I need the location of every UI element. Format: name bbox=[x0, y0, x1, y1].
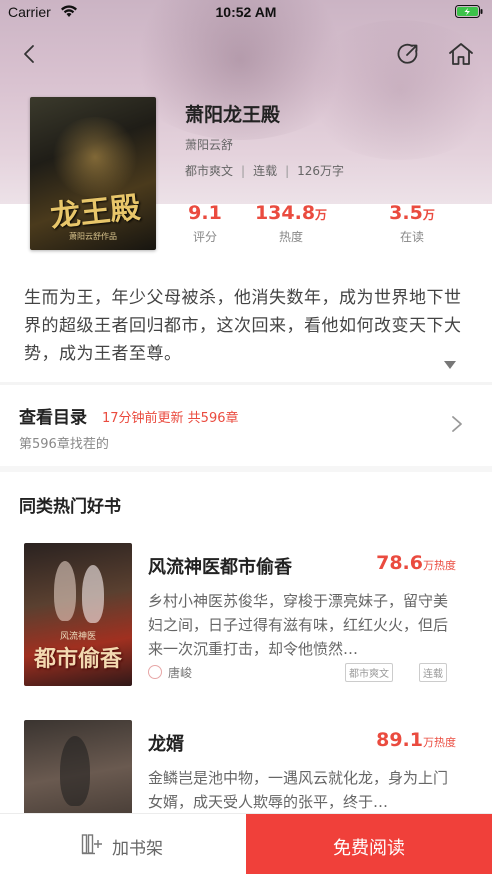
recommend-heat-unit: 万热度 bbox=[423, 559, 456, 572]
stat-rating: 9.1 评分 bbox=[180, 202, 230, 245]
author-icon bbox=[148, 665, 162, 679]
book-status: 连载 bbox=[253, 164, 278, 178]
status-bar: Carrier 10:52 AM bbox=[0, 0, 492, 26]
bottom-action-bar: 加书架 免费阅读 bbox=[0, 813, 492, 874]
add-to-shelf-button[interactable]: 加书架 bbox=[0, 814, 246, 874]
stat-heat-unit: 万 bbox=[315, 208, 328, 222]
book-author: 萧阳云舒 bbox=[185, 138, 234, 152]
catalog-update-info: 17分钟前更新 共596章 bbox=[102, 411, 239, 426]
add-to-shelf-label: 加书架 bbox=[112, 839, 163, 859]
recommend-title: 龙婿 bbox=[148, 734, 184, 755]
battery-icon bbox=[455, 5, 483, 18]
stat-reading-value: 3.5 bbox=[389, 202, 423, 224]
recommend-heat-unit: 万热度 bbox=[423, 736, 456, 749]
recommend-description: 乡村小神医苏俊华，穿梭于漂亮妹子，留守美妇之间，日子过得有滋有味，红红火火，但后… bbox=[148, 592, 449, 658]
recommend-title: 风流神医都市偷香 bbox=[148, 557, 292, 578]
divider bbox=[0, 466, 492, 472]
catalog-latest-chapter: 第596章找茬的 bbox=[19, 437, 109, 452]
back-icon[interactable] bbox=[18, 42, 42, 66]
stat-rating-value: 9.1 bbox=[188, 202, 222, 224]
cover-author: 萧阳云舒作品 bbox=[69, 232, 117, 241]
recommend-item[interactable]: 龙婿 89.1万热度 金鳞岂是池中物，一遇风云就化龙，身为上门女婿，成天受人欺辱… bbox=[0, 720, 492, 863]
share-icon[interactable] bbox=[395, 41, 421, 67]
clock: 10:52 AM bbox=[215, 4, 277, 20]
book-word-count: 126万字 bbox=[297, 164, 345, 178]
book-genre: 都市爽文 bbox=[185, 164, 234, 178]
section-title-recommend: 同类热门好书 bbox=[19, 497, 121, 517]
recommend-heat: 78.6万热度 bbox=[376, 552, 456, 574]
recommend-description: 金鳞岂是池中物，一遇风云就化龙，身为上门女婿，成天受人欺辱的张平，终于… bbox=[148, 769, 449, 811]
stat-heat-label: 热度 bbox=[278, 230, 303, 244]
recommend-heat-value: 78.6 bbox=[376, 552, 423, 574]
stat-reading-unit: 万 bbox=[422, 208, 435, 222]
read-free-label: 免费阅读 bbox=[333, 838, 405, 859]
cover-title: 龙王殿 bbox=[48, 190, 142, 235]
recommend-heat-value: 89.1 bbox=[376, 729, 423, 751]
recommend-tag-genre: 都市爽文 bbox=[345, 663, 393, 682]
stat-rating-label: 评分 bbox=[192, 230, 217, 244]
recommend-item[interactable]: 风流神医 都市偷香 风流神医都市偷香 78.6万热度 乡村小神医苏俊华，穿梭于漂… bbox=[0, 543, 492, 693]
recommend-heat: 89.1万热度 bbox=[376, 729, 456, 751]
bookshelf-add-icon bbox=[81, 834, 102, 855]
stat-reading-label: 在读 bbox=[399, 230, 424, 244]
recommend-cover: 风流神医 都市偷香 bbox=[24, 543, 132, 686]
catalog-row[interactable]: 查看目录 17分钟前更新 共596章 第596章找茬的 bbox=[0, 385, 492, 463]
catalog-title: 查看目录 bbox=[19, 408, 87, 428]
recommend-cover-title: 都市偷香 bbox=[33, 646, 122, 672]
stat-heat-value: 134.8 bbox=[254, 202, 316, 224]
chevron-right-icon bbox=[452, 416, 462, 432]
recommend-author: 唐峻 bbox=[168, 666, 193, 680]
stat-heat: 134.8万 热度 bbox=[246, 202, 336, 245]
recommend-tag-status: 连载 bbox=[419, 663, 447, 682]
book-title: 萧阳龙王殿 bbox=[185, 104, 281, 126]
book-cover: 龙王殿 萧阳云舒作品 bbox=[30, 97, 156, 250]
book-synopsis: 生而为王，年少父母被杀，他消失数年，成为世界地下世界的超级王者回归都市，这次回来… bbox=[24, 288, 462, 364]
expand-down-icon[interactable] bbox=[443, 360, 457, 370]
stat-reading: 3.5万 在读 bbox=[370, 202, 454, 245]
home-icon[interactable] bbox=[447, 40, 475, 68]
book-meta: 都市爽文 | 连载 | 126万字 bbox=[185, 164, 345, 178]
read-free-button[interactable]: 免费阅读 bbox=[246, 814, 492, 874]
